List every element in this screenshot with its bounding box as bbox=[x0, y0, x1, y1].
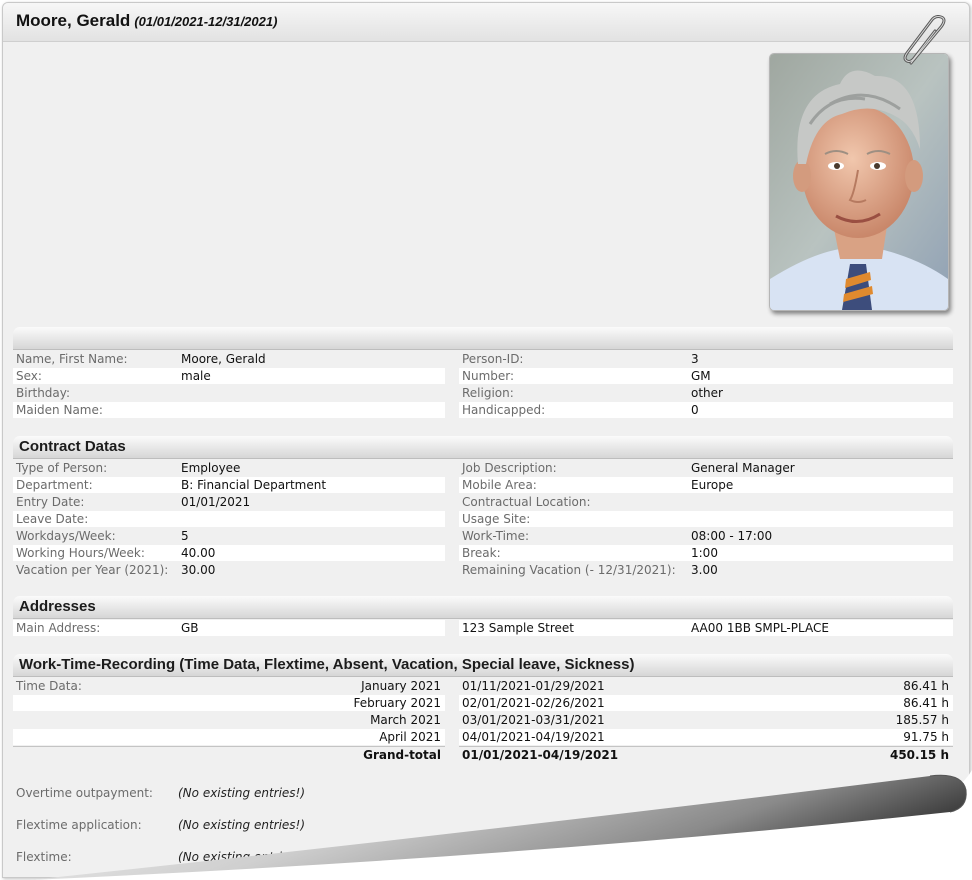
field-value: other bbox=[691, 386, 723, 400]
field-value: 40.00 bbox=[181, 546, 216, 560]
empty-notice: (No existing entries!) bbox=[178, 786, 306, 800]
addresses-section-title: Addresses bbox=[19, 598, 96, 615]
title-bar: Moore, Gerald (01/01/2021-12/31/2021) bbox=[3, 3, 969, 42]
empty-notice: (No existing entries!) bbox=[178, 818, 306, 832]
field-label: Job Description: bbox=[462, 461, 557, 475]
field-value: male bbox=[181, 369, 211, 383]
field-value: 30.00 bbox=[181, 563, 216, 577]
hours-value: 86.41 h bbox=[903, 696, 949, 710]
overtime-outpayment-row: Overtime outpayment: (No existing entrie… bbox=[3, 785, 969, 801]
time-data-row: April 2021 04/01/2021-04/19/2021 91.75 h bbox=[3, 729, 969, 745]
field-value: General Manager bbox=[691, 461, 795, 475]
field-value: 3 bbox=[691, 352, 699, 366]
field-label: Name, First Name: bbox=[16, 352, 128, 366]
grand-total-hours: 450.15 h bbox=[889, 748, 949, 762]
field-label: Department: bbox=[16, 478, 93, 492]
time-data-row: Time Data: January 2021 01/11/2021-01/29/… bbox=[3, 678, 969, 694]
contract-row: Entry Date: 01/01/2021 Contractual Locati… bbox=[3, 494, 969, 510]
field-label: Entry Date: bbox=[16, 495, 85, 509]
date-range: 03/01/2021-03/31/2021 bbox=[462, 713, 605, 727]
flextime-row: Flextime: (No existing entries!) bbox=[3, 849, 969, 865]
hours-value: 185.57 h bbox=[895, 713, 949, 727]
personal-row: Sex: male Number: GM bbox=[3, 368, 969, 384]
personnel-record-sheet: Moore, Gerald (01/01/2021-12/31/2021) Co… bbox=[2, 2, 970, 878]
worktime-section-header: Work-Time-Recording (Time Data, Flextime… bbox=[13, 654, 953, 677]
contract-section-title: Contract Datas bbox=[19, 438, 126, 455]
field-label: Flextime: bbox=[16, 850, 72, 864]
grand-total-range: 01/01/2021-04/19/2021 bbox=[462, 748, 619, 762]
field-value: B: Financial Department bbox=[181, 478, 327, 492]
month-label: April 2021 bbox=[379, 730, 441, 744]
contract-row: Type of Person: Employee Job Description:… bbox=[3, 460, 969, 476]
contract-row: Leave Date: Usage Site: bbox=[3, 511, 969, 527]
field-value: 01/01/2021 bbox=[181, 495, 251, 509]
address-country: GB bbox=[181, 621, 199, 635]
field-label: Main Address: bbox=[16, 621, 101, 635]
field-value: Employee bbox=[181, 461, 241, 475]
paperclip-icon[interactable] bbox=[901, 15, 953, 74]
field-label: Break: bbox=[462, 546, 501, 560]
address-street: 123 Sample Street bbox=[462, 621, 574, 635]
field-label: Usage Site: bbox=[462, 512, 531, 526]
employee-photo bbox=[769, 53, 949, 311]
field-label: Remaining Vacation (- 12/31/2021): bbox=[462, 563, 676, 577]
field-label: Vacation per Year (2021): bbox=[16, 563, 169, 577]
date-range: 04/01/2021-04/19/2021 bbox=[462, 730, 605, 744]
personal-section-header bbox=[13, 327, 953, 350]
field-label: Work-Time: bbox=[462, 529, 530, 543]
field-value: Moore, Gerald bbox=[181, 352, 266, 366]
time-data-row: March 2021 03/01/2021-03/31/2021 185.57 h bbox=[3, 712, 969, 728]
field-value: 08:00 - 17:00 bbox=[691, 529, 773, 543]
empty-notice: (No existing entries!) bbox=[178, 850, 306, 864]
month-label: March 2021 bbox=[370, 713, 441, 727]
field-label: Number: bbox=[462, 369, 515, 383]
month-label: February 2021 bbox=[353, 696, 441, 710]
field-label: Religion: bbox=[462, 386, 514, 400]
field-value: 3.00 bbox=[691, 563, 718, 577]
field-label: Contractual Location: bbox=[462, 495, 591, 509]
addresses-section-header: Addresses bbox=[13, 596, 953, 619]
field-label: Working Hours/Week: bbox=[16, 546, 145, 560]
worktime-section-title: Work-Time-Recording (Time Data, Flextime… bbox=[19, 656, 635, 673]
employee-name: Moore, Gerald bbox=[16, 11, 131, 30]
address-row: Main Address: GB 123 Sample Street AA00 1B… bbox=[3, 620, 969, 636]
field-label: Type of Person: bbox=[16, 461, 108, 475]
field-value: GM bbox=[691, 369, 711, 383]
time-data-row: February 2021 02/01/2021-02/26/2021 86.41… bbox=[3, 695, 969, 711]
field-label: Overtime outpayment: bbox=[16, 786, 153, 800]
field-label: Mobile Area: bbox=[462, 478, 537, 492]
address-city: AA00 1BB SMPL-PLACE bbox=[691, 621, 829, 635]
field-value: 5 bbox=[181, 529, 189, 543]
field-label: Workdays/Week: bbox=[16, 529, 116, 543]
field-label: Birthday: bbox=[16, 386, 71, 400]
contract-row: Working Hours/Week: 40.00 Break: 1:00 bbox=[3, 545, 969, 561]
field-label: Flextime application: bbox=[16, 818, 142, 832]
field-label: Leave Date: bbox=[16, 512, 89, 526]
hours-value: 91.75 h bbox=[903, 730, 949, 744]
month-label: January 2021 bbox=[361, 679, 441, 693]
field-label: Maiden Name: bbox=[16, 403, 103, 417]
field-label: Person-ID: bbox=[462, 352, 524, 366]
date-range: 02/01/2021-02/26/2021 bbox=[462, 696, 605, 710]
personal-row: Name, First Name: Moore, Gerald Person-ID… bbox=[3, 351, 969, 367]
hours-value: 86.41 h bbox=[903, 679, 949, 693]
contract-section-header: Contract Datas bbox=[13, 436, 953, 459]
personal-row: Maiden Name: Handicapped: 0 bbox=[3, 402, 969, 418]
field-value: 1:00 bbox=[691, 546, 718, 560]
date-range: 01/11/2021-01/29/2021 bbox=[462, 679, 605, 693]
grand-total-row: Grand-total 01/01/2021-04/19/2021 450.15 … bbox=[3, 746, 969, 762]
personal-row: Birthday: Religion: other bbox=[3, 385, 969, 401]
flextime-application-row: Flextime application: (No existing entri… bbox=[3, 817, 969, 833]
contract-row: Workdays/Week: 5 Work-Time: 08:00 - 17:00 bbox=[3, 528, 969, 544]
period-range: (01/01/2021-12/31/2021) bbox=[134, 14, 278, 29]
field-label: Time Data: bbox=[16, 679, 82, 693]
field-label: Sex: bbox=[16, 369, 42, 383]
contract-row: Vacation per Year (2021): 30.00 Remaining… bbox=[3, 562, 969, 578]
field-value: 0 bbox=[691, 403, 699, 417]
page-title: Moore, Gerald (01/01/2021-12/31/2021) bbox=[16, 11, 277, 31]
grand-total-label: Grand-total bbox=[363, 748, 441, 762]
contract-row: Department: B: Financial Department Mobil… bbox=[3, 477, 969, 493]
field-label: Handicapped: bbox=[462, 403, 546, 417]
field-value: Europe bbox=[691, 478, 734, 492]
